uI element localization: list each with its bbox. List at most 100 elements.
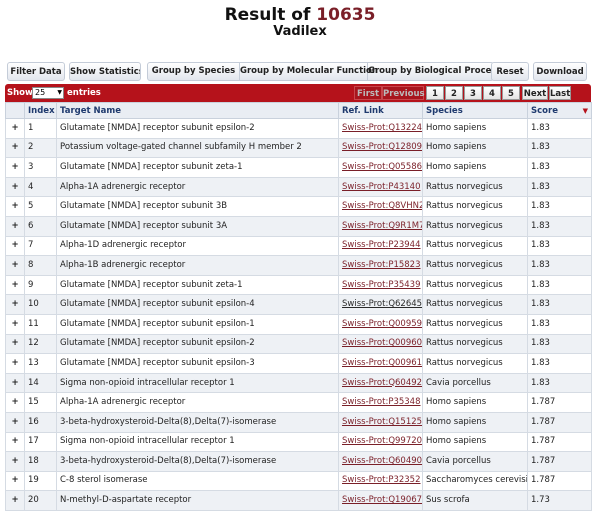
expand-row-icon[interactable]: + — [5, 353, 25, 374]
group-by-biological-process-button[interactable]: Group by Biological Process — [368, 63, 502, 80]
cell-species: Rattus norvegicus — [422, 333, 528, 355]
page-2-button[interactable]: 2 — [445, 86, 463, 100]
cell-species: Homo sapiens — [422, 431, 528, 453]
score-column-label: Score — [531, 105, 558, 116]
filter-data-button[interactable]: Filter Data — [7, 62, 65, 81]
expand-row-icon[interactable]: + — [5, 215, 25, 237]
cell-target-name: Alpha-1D adrenergic receptor — [56, 235, 339, 257]
expand-row-icon[interactable]: + — [5, 392, 25, 413]
ref-link[interactable]: Swiss-Prot:P15823 — [342, 260, 420, 270]
expand-row-icon[interactable]: + — [5, 157, 25, 178]
expand-row-icon[interactable]: + — [5, 372, 25, 394]
cell-species: Rattus norvegicus — [422, 196, 528, 217]
group-by-molecular-function-button[interactable]: Group by Molecular Function — [240, 63, 378, 80]
expand-row-icon[interactable]: + — [5, 411, 25, 433]
expand-row-icon[interactable]: + — [5, 274, 25, 296]
table-row: +9 Glutamate [NMDA] receptor subunit zeta… — [5, 274, 592, 296]
ref-link[interactable]: Swiss-Prot:P43140 — [342, 182, 420, 192]
results-table: Index Target Name Ref. Link Species Scor… — [5, 102, 592, 511]
cell-index: 1 — [24, 118, 57, 139]
ref-link[interactable]: Swiss-Prot:Q19067 — [342, 495, 422, 505]
ref-link[interactable]: Swiss-Prot:Q00959 — [342, 319, 422, 329]
ref-link-column-header[interactable]: Ref. Link — [338, 102, 423, 119]
ref-link[interactable]: Swiss-Prot:P35348 — [342, 397, 420, 407]
cell-target-name: Alpha-1A adrenergic receptor — [56, 392, 339, 413]
cell-target-name: Potassium voltage-gated channel subfamil… — [56, 137, 339, 159]
ref-link[interactable]: Swiss-Prot:Q13224 — [342, 123, 422, 133]
reset-button[interactable]: Reset — [491, 62, 529, 81]
cell-species: Rattus norvegicus — [422, 294, 528, 315]
page-5-button[interactable]: 5 — [502, 86, 520, 100]
ref-link[interactable]: Swiss-Prot:Q62645 — [342, 299, 422, 309]
expand-row-icon[interactable]: + — [5, 431, 25, 453]
cell-species: Sus scrofa — [422, 490, 528, 511]
expand-row-icon[interactable]: + — [5, 118, 25, 139]
cell-ref-link: Swiss-Prot:Q62645 — [338, 294, 423, 315]
cell-ref-link: Swiss-Prot:Q99720 — [338, 431, 423, 453]
cell-ref-link: Swiss-Prot:Q00961 — [338, 353, 423, 374]
title-prefix: Result of — [224, 5, 311, 25]
ref-link[interactable]: Swiss-Prot:Q8VHN2 — [342, 201, 422, 211]
cell-index: 5 — [24, 196, 57, 217]
table-controls-bar: Show 25 ▼ entries First Previous 1 2 3 4… — [5, 84, 591, 102]
expand-row-icon[interactable]: + — [5, 470, 25, 492]
show-statistics-button[interactable]: Show Statistics — [69, 62, 141, 81]
page-4-button[interactable]: 4 — [483, 86, 501, 100]
cell-score: 1.83 — [527, 372, 592, 394]
expand-row-icon[interactable]: + — [5, 235, 25, 257]
cell-score: 1.83 — [527, 255, 592, 276]
ref-link[interactable]: Swiss-Prot:Q99720 — [342, 436, 422, 446]
species-column-header[interactable]: Species — [422, 102, 528, 119]
expand-row-icon[interactable]: + — [5, 451, 25, 472]
cell-ref-link: Swiss-Prot:Q00959 — [338, 313, 423, 335]
expand-row-icon[interactable]: + — [5, 294, 25, 315]
expand-row-icon[interactable]: + — [5, 255, 25, 276]
ref-link[interactable]: Swiss-Prot:P35439 — [342, 280, 420, 290]
group-by-species-button[interactable]: Group by Species — [148, 63, 240, 80]
page-1-button[interactable]: 1 — [426, 86, 444, 100]
last-page-button[interactable]: Last — [549, 86, 571, 100]
previous-page-button[interactable]: Previous — [382, 86, 425, 100]
next-page-button[interactable]: Next — [522, 86, 548, 100]
cell-score: 1.73 — [527, 490, 592, 511]
sort-desc-icon: ▼ — [582, 106, 588, 115]
toolbar: Filter Data Show Statistics Group by Spe… — [7, 62, 592, 81]
cell-score: 1.83 — [527, 313, 592, 335]
cell-ref-link: Swiss-Prot:Q13224 — [338, 118, 423, 139]
cell-ref-link: Swiss-Prot:P15823 — [338, 255, 423, 276]
download-button[interactable]: Download — [533, 62, 587, 81]
pagination: First Previous 1 2 3 4 5 Next Last — [354, 86, 571, 100]
expand-row-icon[interactable]: + — [5, 137, 25, 159]
cell-score: 1.83 — [527, 333, 592, 355]
ref-link[interactable]: Swiss-Prot:Q00961 — [342, 358, 422, 368]
expand-row-icon[interactable]: + — [5, 196, 25, 217]
expand-row-icon[interactable]: + — [5, 176, 25, 198]
cell-target-name: 3-beta-hydroxysteroid-Delta(8),Delta(7)-… — [56, 411, 339, 433]
entries-select[interactable]: 25 ▼ — [32, 87, 64, 99]
ref-link[interactable]: Swiss-Prot:Q9R1M7 — [342, 221, 422, 231]
ref-link[interactable]: Swiss-Prot:Q60490 — [342, 456, 422, 466]
ref-link[interactable]: Swiss-Prot:Q00960 — [342, 338, 422, 348]
ref-link[interactable]: Swiss-Prot:P32352 — [342, 475, 420, 485]
cell-target-name: N-methyl-D-aspartate receptor — [56, 490, 339, 511]
page-3-button[interactable]: 3 — [464, 86, 482, 100]
index-column-header[interactable]: Index — [24, 102, 57, 119]
cell-index: 20 — [24, 490, 57, 511]
expand-row-icon[interactable]: + — [5, 490, 25, 511]
ref-link[interactable]: Swiss-Prot:P23944 — [342, 240, 420, 250]
score-column-header[interactable]: Score ▼ — [527, 102, 592, 119]
cell-target-name: Glutamate [NMDA] receptor subunit epsilo… — [56, 333, 339, 355]
table-row: +11 Glutamate [NMDA] receptor subunit eps… — [5, 313, 592, 335]
first-page-button[interactable]: First — [354, 86, 382, 100]
expand-row-icon[interactable]: + — [5, 333, 25, 355]
ref-link[interactable]: Swiss-Prot:Q12809 — [342, 142, 422, 152]
ref-link[interactable]: Swiss-Prot:Q60492 — [342, 378, 422, 388]
page-title: Result of 10635 — [0, 5, 600, 25]
cell-index: 17 — [24, 431, 57, 453]
target-name-column-header[interactable]: Target Name — [56, 102, 339, 119]
expand-row-icon[interactable]: + — [5, 313, 25, 335]
cell-ref-link: Swiss-Prot:Q05586 — [338, 157, 423, 178]
ref-link[interactable]: Swiss-Prot:Q15125 — [342, 417, 422, 427]
table-row: +18 3-beta-hydroxysteroid-Delta(8),Delta(… — [5, 451, 592, 472]
ref-link[interactable]: Swiss-Prot:Q05586 — [342, 162, 422, 172]
